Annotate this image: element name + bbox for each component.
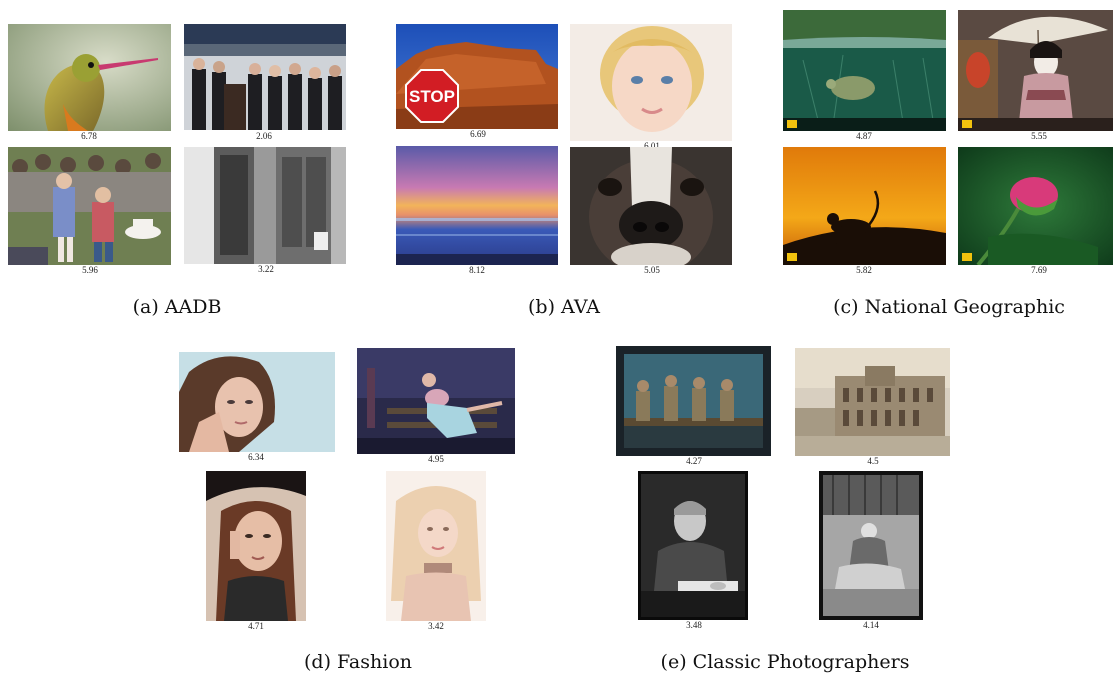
natgeo-score-1: 4.87 bbox=[856, 131, 872, 141]
classic-photo-seated-woman bbox=[819, 471, 923, 620]
aadb-score-4: 3.22 bbox=[258, 264, 274, 274]
aadb-score-2: 2.06 bbox=[256, 131, 272, 141]
caption-ava: (b) AVA bbox=[528, 296, 600, 318]
caption-fashion: (d) Fashion bbox=[304, 651, 412, 673]
caption-classic: (e) Classic Photographers bbox=[660, 651, 910, 673]
stop-sign-text: STOP bbox=[409, 87, 455, 106]
classic-photo-writer bbox=[638, 471, 748, 620]
classic-score-2: 4.5 bbox=[867, 456, 879, 466]
natgeo-photo-flower bbox=[958, 147, 1113, 265]
natgeo-score-3: 5.82 bbox=[856, 265, 872, 275]
fashion-score-4: 3.42 bbox=[428, 621, 444, 631]
natgeo-photo-geisha bbox=[958, 10, 1113, 131]
caption-natgeo: (c) National Geographic bbox=[833, 296, 1065, 318]
classic-score-4: 4.14 bbox=[863, 620, 879, 630]
classic-score-3: 3.48 bbox=[686, 620, 702, 630]
aadb-score-3: 5.96 bbox=[82, 265, 98, 275]
aadb-photo-press-conference bbox=[184, 24, 346, 130]
classic-photo-street bbox=[795, 348, 950, 456]
ava-score-1: 6.69 bbox=[470, 129, 486, 139]
fashion-photo-blonde bbox=[386, 471, 486, 621]
aadb-photo-concert-crowd bbox=[8, 147, 171, 265]
ava-photo-dog bbox=[570, 147, 732, 265]
fashion-photo-bench bbox=[357, 348, 515, 454]
ava-photo-sunset bbox=[396, 146, 558, 265]
ava-photo-stop-sign: STOP bbox=[396, 24, 558, 129]
natgeo-photo-turtle bbox=[783, 10, 946, 131]
aadb-photo-doorway bbox=[184, 147, 346, 264]
fashion-photo-hat bbox=[206, 471, 306, 621]
aadb-score-1: 6.78 bbox=[81, 131, 97, 141]
ava-score-4: 5.05 bbox=[644, 265, 660, 275]
fashion-score-1: 6.34 bbox=[248, 452, 264, 462]
caption-aadb: (a) AADB bbox=[132, 296, 222, 318]
classic-score-1: 4.27 bbox=[686, 456, 702, 466]
fashion-score-3: 4.71 bbox=[248, 621, 264, 631]
natgeo-photo-monkey bbox=[783, 147, 946, 265]
ava-photo-child bbox=[570, 24, 732, 141]
natgeo-score-4: 7.69 bbox=[1031, 265, 1047, 275]
ava-score-3: 8.12 bbox=[469, 265, 485, 275]
classic-photo-workers bbox=[616, 346, 771, 456]
natgeo-score-2: 5.55 bbox=[1031, 131, 1047, 141]
fashion-photo-portrait bbox=[179, 352, 335, 452]
aadb-photo-hummingbird bbox=[8, 24, 171, 131]
fashion-score-2: 4.95 bbox=[428, 454, 444, 464]
